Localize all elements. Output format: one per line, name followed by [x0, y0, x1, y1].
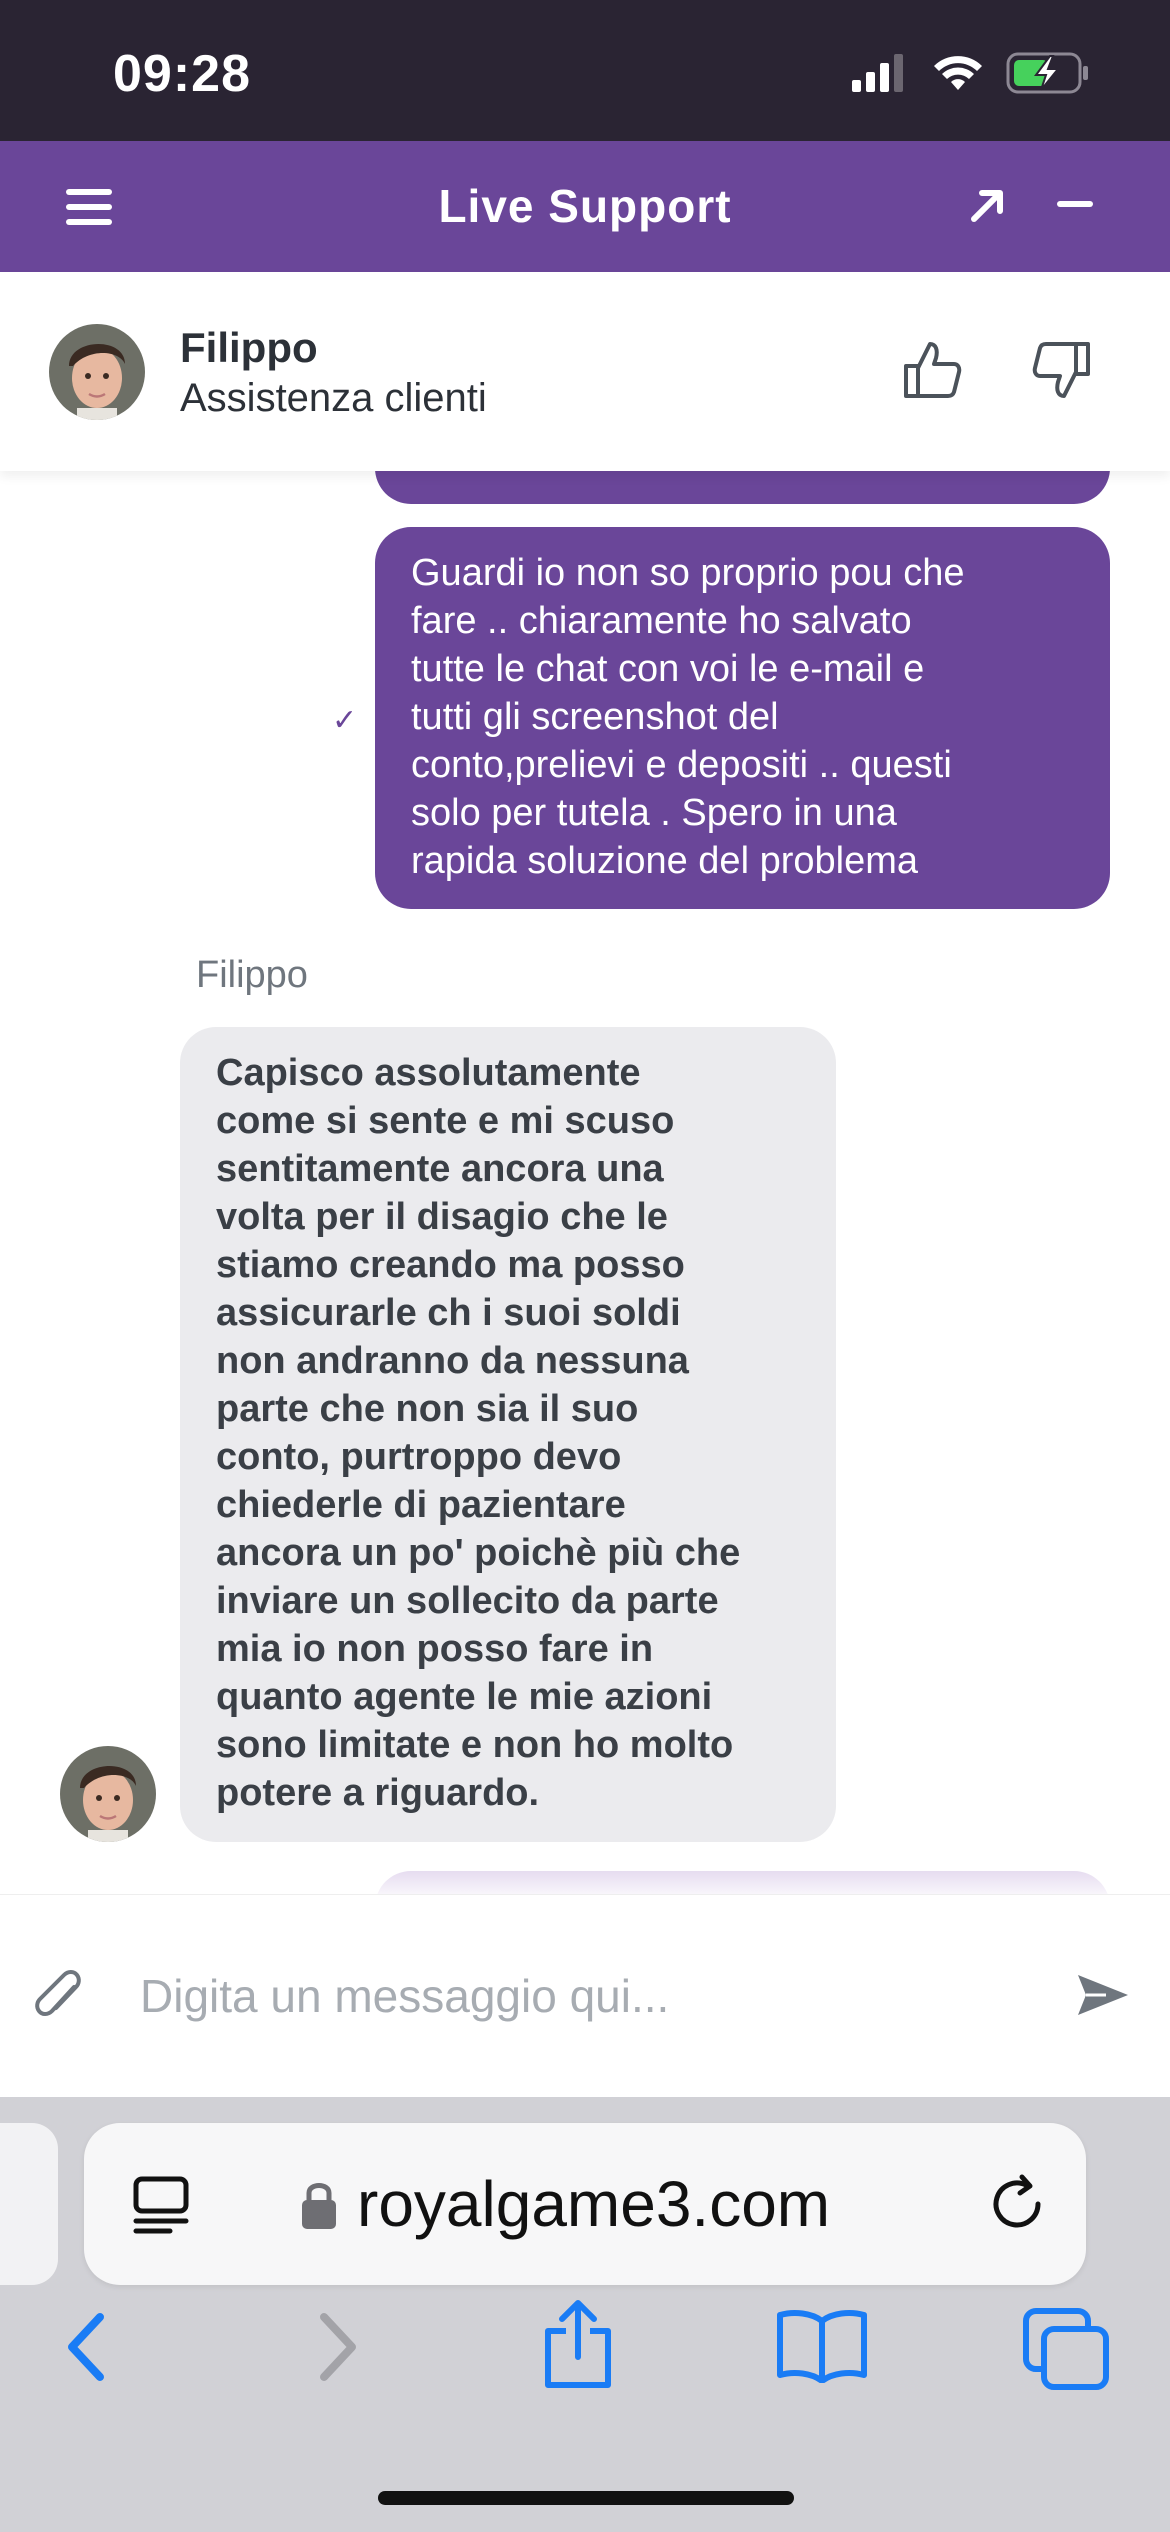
- forward-icon[interactable]: [312, 2307, 364, 2387]
- status-time: 09:28: [113, 45, 251, 103]
- message-line: stiamo creando ma posso: [216, 1244, 685, 1286]
- message-partial-text: le mie vincite: [411, 471, 1074, 479]
- agent-bar: Filippo Assistenza clienti: [0, 272, 1170, 471]
- message-user: Guardi io non so proprio pou che fare ..…: [375, 527, 1110, 909]
- expand-arrow-icon[interactable]: [962, 181, 1012, 231]
- message-line: assicurarle ch i suoi soldi: [216, 1292, 681, 1334]
- message-line: sentitamente ancora una: [216, 1148, 664, 1190]
- message-line: Capisco assolutamente: [216, 1052, 641, 1094]
- message-agent: Capisco assolutamente come si sente e mi…: [180, 1027, 836, 1842]
- send-icon[interactable]: [1076, 1971, 1130, 2019]
- message-line: tutte le chat con voi le e-mail e: [411, 648, 925, 690]
- message-composer: [0, 1894, 1170, 2097]
- message-line: volta per il disagio che le: [216, 1196, 668, 1238]
- battery-charging-icon: [1006, 52, 1088, 94]
- reload-icon[interactable]: [984, 2171, 1050, 2237]
- message-agent-avatar: [60, 1746, 156, 1842]
- message-line: tutti gli screenshot del: [411, 696, 779, 738]
- browser-toolbar: [0, 2300, 1170, 2427]
- thumbs-down-icon[interactable]: [1030, 338, 1094, 402]
- tabs-icon[interactable]: [1022, 2307, 1112, 2393]
- message-line: inviare un sollecito da parte: [216, 1580, 719, 1622]
- message-line: potere a riguardo.: [216, 1772, 540, 1814]
- agent-role: Assistenza clienti: [180, 376, 487, 420]
- status-icons: [852, 52, 1090, 94]
- reader-mode-icon[interactable]: [130, 2175, 192, 2237]
- message-user-next-partial: [375, 1871, 1110, 1894]
- status-bar: 09:28: [0, 0, 1170, 141]
- browser-chrome: royalgame3.com: [0, 2097, 1170, 2532]
- agent-avatar: [49, 324, 145, 420]
- message-line: ancora un po' poichè più che: [216, 1532, 741, 1574]
- message-line: fare .. chiaramente ho salvato: [411, 600, 912, 642]
- message-sender-name: Filippo: [196, 954, 308, 996]
- message-line: conto, purtroppo devo: [216, 1436, 622, 1478]
- message-line: chiederle di pazientare: [216, 1484, 626, 1526]
- message-line: come si sente e mi scuso: [216, 1100, 675, 1142]
- message-line: solo per tutela . Spero in una: [411, 792, 897, 834]
- chat-messages[interactable]: le mie vincite ✓ Guardi io non so propri…: [0, 471, 1170, 1894]
- cellular-signal-icon: [852, 54, 903, 92]
- message-user-partial: le mie vincite: [375, 471, 1110, 504]
- back-icon[interactable]: [60, 2307, 112, 2387]
- message-input[interactable]: [138, 1951, 1038, 2041]
- address-bar[interactable]: royalgame3.com: [84, 2123, 1086, 2285]
- message-line: conto,prelievi e depositi .. questi: [411, 744, 952, 786]
- bookmarks-icon[interactable]: [776, 2307, 868, 2383]
- share-icon[interactable]: [540, 2299, 616, 2391]
- chat-header: Live Support: [0, 141, 1170, 272]
- lock-icon: [302, 2183, 336, 2229]
- message-read-check: ✓: [332, 704, 358, 737]
- message-line: non andranno da nessuna: [216, 1340, 689, 1382]
- message-line: quanto agente le mie azioni: [216, 1676, 713, 1718]
- paperclip-icon[interactable]: [34, 1967, 86, 2025]
- url-domain: royalgame3.com: [357, 2168, 831, 2240]
- message-line: mia io non posso fare in: [216, 1628, 654, 1670]
- wifi-icon: [934, 56, 982, 90]
- minimize-icon[interactable]: [1057, 201, 1097, 211]
- home-indicator[interactable]: [378, 2491, 794, 2505]
- message-line: sono limitate e non ho molto: [216, 1724, 734, 1766]
- previous-tab-preview[interactable]: [0, 2123, 58, 2285]
- thumbs-up-icon[interactable]: [900, 338, 964, 402]
- message-line: rapida soluzione del problema: [411, 840, 918, 882]
- message-line: Guardi io non so proprio pou che: [411, 552, 965, 594]
- agent-name: Filippo: [180, 324, 318, 371]
- message-line: parte che non sia il suo: [216, 1388, 639, 1430]
